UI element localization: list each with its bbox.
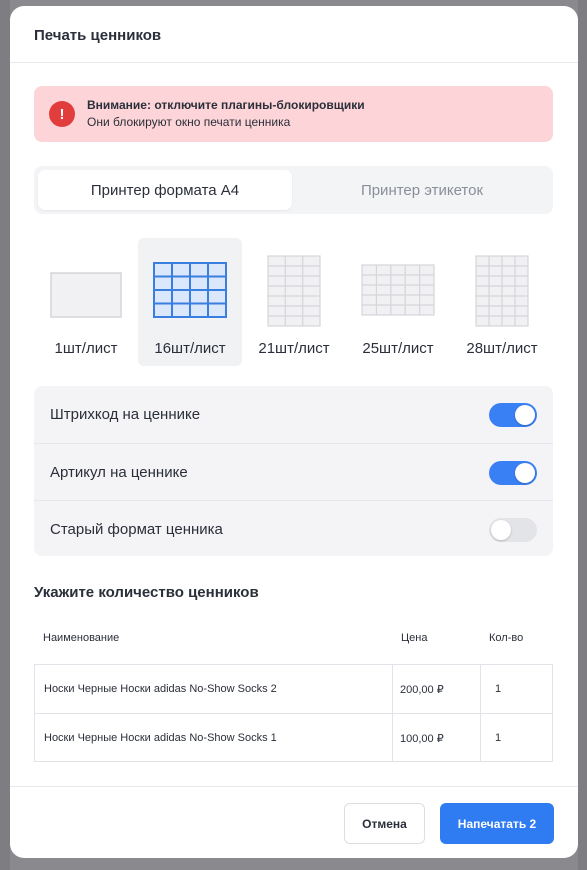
single-label-sheet-icon: [50, 272, 122, 318]
cancel-button[interactable]: Отмена: [344, 803, 425, 844]
format-label: 25шт/лист: [362, 340, 434, 357]
barcode-toggle[interactable]: [489, 403, 537, 427]
option-old-format: Старый формат ценника: [34, 500, 553, 557]
format-label: 28шт/лист: [466, 340, 538, 357]
alert-title: Внимание: отключите плагины-блокировщики: [87, 98, 365, 112]
toggle-knob: [491, 520, 511, 540]
format-label: 16шт/лист: [154, 340, 226, 357]
column-header-name: Наименование: [43, 632, 120, 644]
printer-type-tabs: Принтер формата А4 Принтер этикеток: [34, 166, 553, 214]
option-label: Артикул на ценнике: [50, 463, 188, 481]
grid-16-sheet-icon: [153, 262, 227, 318]
quantity-input[interactable]: 1: [481, 665, 552, 713]
format-25-per-sheet[interactable]: 25шт/лист: [346, 238, 450, 366]
exclamation-icon: !: [49, 101, 75, 127]
price-cell: 100,00 ₽: [393, 714, 481, 762]
background-overlay-left: [0, 0, 10, 870]
print-price-tags-modal: Печать ценников ! Внимание: отключите пл…: [10, 6, 578, 858]
modal-title: Печать ценников: [10, 6, 578, 63]
option-barcode: Штрихкод на ценнике: [34, 386, 553, 443]
tab-a4-printer[interactable]: Принтер формата А4: [38, 170, 292, 210]
quantity-input[interactable]: 1: [481, 714, 552, 762]
table-row: Носки Черные Носки adidas No-Show Socks …: [35, 713, 552, 762]
old-format-toggle[interactable]: [489, 518, 537, 542]
option-label: Штрихкод на ценнике: [50, 406, 201, 423]
sheet-format-selector: 1шт/лист 16шт/лист 21шт/лист 25шт/лист 2…: [34, 238, 553, 366]
tab-label-printer[interactable]: Принтер этикеток: [295, 170, 549, 210]
product-name-cell: Носки Черные Носки adidas No-Show Socks …: [35, 665, 393, 713]
format-label: 1шт/лист: [54, 340, 118, 357]
toggle-knob: [515, 463, 535, 483]
quantity-section-title: Укажите количество ценников: [34, 584, 259, 601]
price-cell: 200,00 ₽: [393, 665, 481, 713]
format-16-per-sheet[interactable]: 16шт/лист: [138, 238, 242, 366]
product-name-cell: Носки Черные Носки adidas No-Show Socks …: [35, 714, 393, 762]
background-overlay-right: [578, 0, 587, 870]
toggle-knob: [515, 405, 535, 425]
format-21-per-sheet[interactable]: 21шт/лист: [242, 238, 346, 366]
format-1-per-sheet[interactable]: 1шт/лист: [34, 238, 138, 366]
table-header: Наименование Цена Кол-во: [34, 630, 553, 650]
print-options-panel: Штрихкод на ценнике Артикул на ценнике С…: [34, 386, 553, 556]
format-28-per-sheet[interactable]: 28шт/лист: [450, 238, 554, 366]
article-toggle[interactable]: [489, 461, 537, 485]
grid-25-sheet-icon: [361, 264, 435, 316]
modal-footer: Отмена Напечатать 2: [10, 786, 578, 858]
adblock-warning-alert: ! Внимание: отключите плагины-блокировщи…: [34, 86, 553, 142]
format-label: 21шт/лист: [258, 340, 330, 357]
option-article: Артикул на ценнике: [34, 443, 553, 500]
grid-21-sheet-icon: [267, 255, 321, 327]
column-header-qty: Кол-во: [489, 632, 524, 644]
print-button[interactable]: Напечатать 2: [440, 803, 554, 844]
alert-text: Они блокируют окно печати ценника: [87, 115, 291, 129]
column-header-price: Цена: [401, 632, 428, 644]
table-row: Носки Черные Носки adidas No-Show Socks …: [35, 665, 552, 713]
option-label: Старый формат ценника: [50, 520, 223, 538]
grid-28-sheet-icon: [475, 255, 529, 327]
quantity-table: Носки Черные Носки adidas No-Show Socks …: [34, 664, 553, 762]
